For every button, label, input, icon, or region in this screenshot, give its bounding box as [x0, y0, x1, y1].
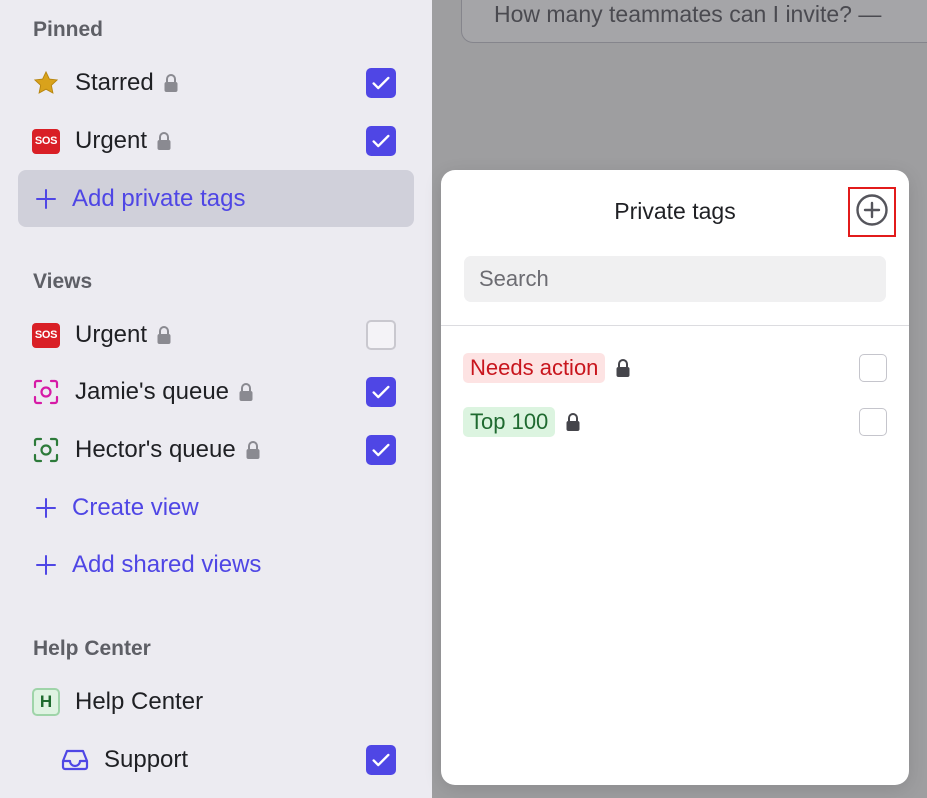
create-view-label: Create view — [72, 494, 199, 521]
sos-icon: SOS — [31, 126, 61, 156]
lock-icon — [564, 412, 582, 432]
sidebar: Pinned Starred SOS Urgent Add private ta… — [0, 0, 432, 798]
sidebar-item-help-center[interactable]: H Help Center — [18, 677, 414, 727]
lock-icon — [155, 325, 173, 345]
tag-top-100: Top 100 — [463, 407, 556, 437]
section-title-views: Views — [33, 270, 93, 293]
star-icon — [31, 68, 61, 98]
sidebar-item-label: Starred — [75, 69, 154, 96]
question-text: How many teammates can I invite? — — [494, 1, 882, 27]
search-input[interactable] — [464, 256, 886, 302]
checkbox-needs-action[interactable] — [859, 354, 887, 382]
tag-needs-action: Needs action — [463, 353, 606, 383]
focus-icon — [31, 435, 61, 465]
lock-icon — [237, 382, 255, 402]
lock-icon — [614, 358, 632, 378]
section-title-help-center: Help Center — [33, 637, 151, 660]
checkbox-support[interactable] — [366, 745, 396, 775]
add-shared-views-label: Add shared views — [72, 551, 262, 578]
sidebar-item-urgent-pinned[interactable]: SOS Urgent — [18, 116, 414, 166]
divider — [441, 325, 909, 326]
focus-icon — [31, 377, 61, 407]
sidebar-item-jamies-queue[interactable]: Jamie's queue — [18, 367, 414, 417]
checkbox-top-100[interactable] — [859, 408, 887, 436]
sidebar-item-label: Jamie's queue — [75, 378, 230, 405]
lock-icon — [155, 131, 173, 151]
checkbox-urgent-view[interactable] — [366, 320, 396, 350]
checkbox-urgent-pinned[interactable] — [366, 126, 396, 156]
sidebar-item-support[interactable]: Support — [18, 735, 414, 785]
sidebar-item-label: Hector's queue — [75, 436, 236, 463]
plus-icon — [34, 496, 58, 520]
add-private-tags-button[interactable]: Add private tags — [18, 170, 414, 227]
section-title-pinned: Pinned — [33, 18, 104, 41]
question-card[interactable]: How many teammates can I invite? — — [461, 0, 927, 43]
sidebar-item-urgent-view[interactable]: SOS Urgent — [18, 310, 414, 360]
lock-icon — [162, 73, 180, 93]
popup-title: Private tags — [614, 198, 736, 224]
add-private-tags-label: Add private tags — [72, 184, 246, 212]
sidebar-item-label: Urgent — [75, 127, 148, 154]
sidebar-item-label: Urgent — [75, 321, 148, 348]
private-tags-popup: Private tags Needs action Top 100 — [441, 170, 909, 785]
lock-icon — [244, 440, 262, 460]
sidebar-item-label: Support — [104, 746, 189, 773]
add-shared-views-button[interactable]: Add shared views — [18, 540, 414, 590]
add-tag-button[interactable] — [848, 187, 896, 237]
plus-circle-icon — [855, 193, 889, 232]
plus-icon — [34, 187, 58, 211]
plus-icon — [34, 553, 58, 577]
sos-icon: SOS — [31, 320, 61, 350]
inbox-icon — [60, 745, 90, 775]
checkbox-jamies-queue[interactable] — [366, 377, 396, 407]
help-center-badge-icon: H — [31, 687, 61, 717]
create-view-button[interactable]: Create view — [18, 483, 414, 533]
sidebar-item-starred[interactable]: Starred — [18, 58, 414, 108]
tag-row-top-100[interactable]: Top 100 — [463, 405, 887, 439]
sidebar-item-label: Help Center — [75, 688, 204, 715]
checkbox-starred[interactable] — [366, 68, 396, 98]
tag-row-needs-action[interactable]: Needs action — [463, 351, 887, 385]
checkbox-hectors-queue[interactable] — [366, 435, 396, 465]
sidebar-item-hectors-queue[interactable]: Hector's queue — [18, 425, 414, 475]
